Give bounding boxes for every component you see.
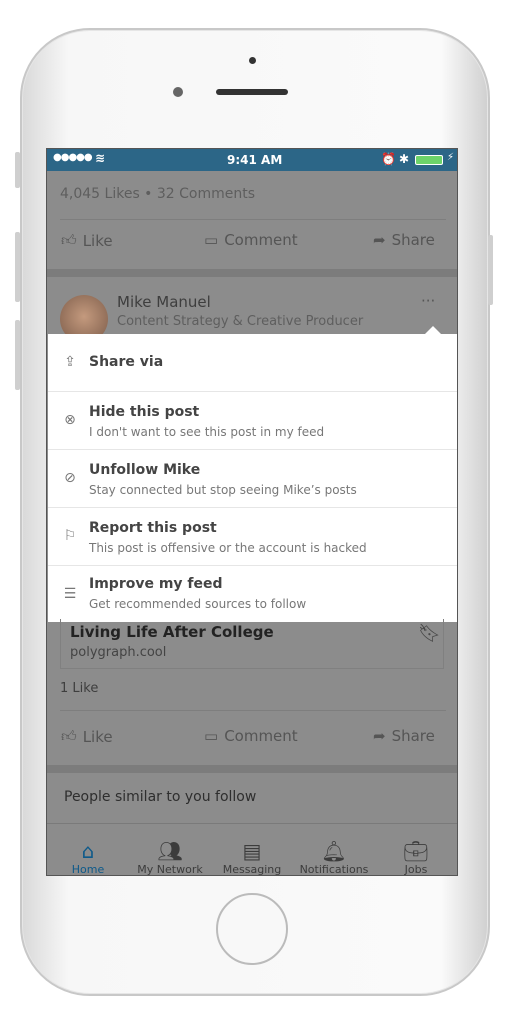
more-options-button[interactable]: ··· xyxy=(421,292,435,310)
flag-icon: ⚐ xyxy=(63,528,77,544)
menu-item-title: Improve my feed xyxy=(89,576,223,592)
share-button[interactable]: ➦ Share xyxy=(373,727,435,745)
comment-icon: ▭ xyxy=(204,727,219,745)
earpiece xyxy=(216,89,288,95)
status-bar: ●●●●● ︎ ≋ 9:41 AM ⏰ ✱ ⚡ xyxy=(47,149,457,171)
article-card[interactable]: Living Life After College polygraph.cool… xyxy=(60,619,444,669)
menu-item-title: Report this post xyxy=(89,520,217,536)
battery-icon xyxy=(415,155,443,165)
hide-icon: ⊗ xyxy=(64,412,76,428)
like-icon: 👍︎ xyxy=(61,727,77,745)
suggestion-header: People similar to you follow xyxy=(64,789,257,805)
tab-home[interactable]: ⌂ Home xyxy=(47,839,129,876)
menu-item-share-via[interactable]: ⇪ Share via xyxy=(48,334,457,392)
menu-item-unfollow[interactable]: ⊘ Unfollow Mike Stay connected but stop … xyxy=(48,450,457,508)
screen: ●●●●● ︎ ≋ 9:41 AM ⏰ ✱ ⚡ 4,045 Likes • 32… xyxy=(46,148,458,876)
section-separator xyxy=(47,765,457,773)
bell-icon: 🔔︎ xyxy=(321,839,347,863)
clock: 9:41 AM xyxy=(227,153,283,167)
like-count[interactable]: 1 Like xyxy=(60,681,98,696)
article-source: polygraph.cool xyxy=(70,645,167,660)
home-button[interactable] xyxy=(216,893,288,965)
tab-label: Notifications xyxy=(299,863,369,876)
like-icon: 👍︎ xyxy=(61,231,77,249)
tab-my-network[interactable]: 👥︎ My Network xyxy=(129,839,211,876)
messaging-icon: ▤ xyxy=(242,839,262,863)
unfollow-icon: ⊘ xyxy=(64,470,76,486)
charging-icon: ⚡ xyxy=(447,152,455,163)
menu-item-title: Share via xyxy=(89,354,164,370)
power-button xyxy=(488,235,493,305)
share-icon: ⇪ xyxy=(64,354,76,370)
tab-bar-border xyxy=(47,823,457,824)
menu-pointer xyxy=(425,326,441,334)
comment-button[interactable]: ▭ Comment xyxy=(204,231,298,249)
post-stats[interactable]: 4,045 Likes • 32 Comments xyxy=(60,186,255,202)
tab-notifications[interactable]: 🔔︎ Notifications xyxy=(293,839,375,876)
sliders-icon: ☰ xyxy=(63,586,77,602)
tab-messaging[interactable]: ▤ Messaging xyxy=(211,839,293,876)
wifi-icon: ≋ xyxy=(95,151,106,165)
author-name[interactable]: Mike Manuel xyxy=(117,293,211,311)
tab-label: My Network xyxy=(137,863,203,876)
section-separator xyxy=(47,269,457,277)
menu-item-subtitle: Get recommended sources to follow xyxy=(89,597,307,611)
mute-switch xyxy=(15,152,20,188)
tab-jobs[interactable]: 💼︎ Jobs xyxy=(375,839,457,876)
tab-label: Messaging xyxy=(222,863,282,876)
divider xyxy=(60,710,446,711)
signal-icon: ●●●●● ︎ xyxy=(53,152,95,163)
menu-item-title: Unfollow Mike xyxy=(89,462,201,478)
comment-label: Comment xyxy=(224,727,298,745)
menu-item-title: Hide this post xyxy=(89,404,200,420)
like-button[interactable]: 👍︎ Like xyxy=(61,727,113,746)
divider xyxy=(60,219,446,220)
volume-down-button xyxy=(15,320,20,390)
bluetooth-icon: ✱ xyxy=(399,152,410,166)
menu-item-report-post[interactable]: ⚐ Report this post This post is offensiv… xyxy=(48,508,457,566)
like-label: Like xyxy=(82,727,113,746)
volume-up-button xyxy=(15,232,20,302)
post-options-menu: ⇪ Share via ⊗ Hide this post I don't wan… xyxy=(48,334,457,622)
article-title: Living Life After College xyxy=(70,623,274,641)
home-icon: ⌂ xyxy=(81,839,95,863)
tab-label: Jobs xyxy=(404,863,428,876)
like-button[interactable]: 👍︎ Like xyxy=(61,231,113,250)
like-label: Like xyxy=(82,231,113,250)
menu-item-subtitle: I don't want to see this post in my feed xyxy=(89,425,325,439)
tab-label: Home xyxy=(71,863,105,876)
menu-item-subtitle: This post is offensive or the account is… xyxy=(89,541,367,555)
alarm-icon: ⏰ xyxy=(381,152,396,166)
menu-item-improve-feed[interactable]: ☰ Improve my feed Get recommended source… xyxy=(48,566,457,622)
menu-item-subtitle: Stay connected but stop seeing Mike’s po… xyxy=(89,483,357,497)
front-camera xyxy=(173,87,183,97)
briefcase-icon: 💼︎ xyxy=(403,839,429,863)
share-icon: ➦ xyxy=(373,231,386,249)
network-icon: 👥︎ xyxy=(157,839,183,863)
comment-icon: ▭ xyxy=(204,231,219,249)
comment-button[interactable]: ▭ Comment xyxy=(204,727,298,745)
share-button[interactable]: ➦ Share xyxy=(373,231,435,249)
share-icon: ➦ xyxy=(373,727,386,745)
author-headline: Content Strategy & Creative Producer xyxy=(117,314,364,329)
bookmark-icon[interactable]: 🔖︎ xyxy=(418,623,441,644)
sensor xyxy=(249,57,256,64)
comment-label: Comment xyxy=(224,231,298,249)
share-label: Share xyxy=(391,231,435,249)
share-label: Share xyxy=(391,727,435,745)
menu-item-hide-post[interactable]: ⊗ Hide this post I don't want to see thi… xyxy=(48,392,457,450)
